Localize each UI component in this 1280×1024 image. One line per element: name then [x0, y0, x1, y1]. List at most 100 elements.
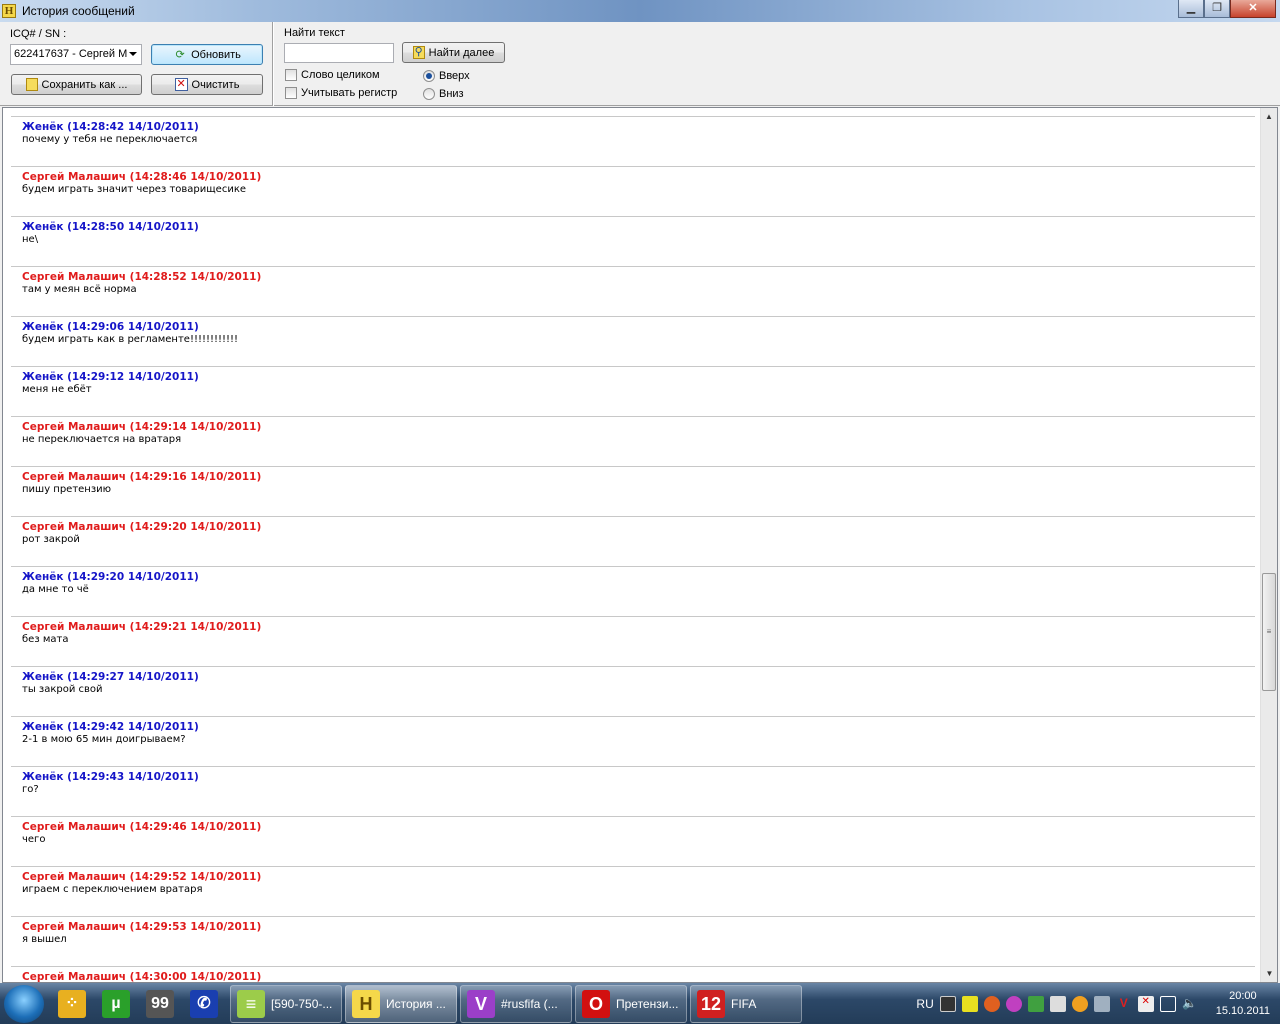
taskbar: ⁘ µ 99 ✆ ≡ [590-750-... H История ... V #rusfifa… — [0, 983, 1280, 1024]
find-icon: ⚲ — [412, 46, 425, 59]
vertical-scrollbar[interactable]: ▲ ≡ ▼ — [1260, 108, 1277, 982]
message-item: Сергей Малашич (14:30:00 14/10/2011) — [11, 966, 1255, 983]
message-text: ты закрой свой — [22, 684, 103, 695]
message-item: Сергей Малашич (14:28:46 14/10/2011) буде… — [11, 166, 1255, 216]
clock-time: 20:00 — [1229, 989, 1257, 1002]
contact-value: 622417637 - Сергей М — [14, 48, 128, 60]
taskbar-button-label: Претензи... — [616, 996, 679, 1011]
message-header: Женёк (14:29:20 14/10/2011) — [22, 571, 199, 583]
tray-app-icon[interactable] — [1027, 995, 1044, 1012]
qip-tray-icon[interactable] — [961, 995, 978, 1012]
taskbar-button[interactable]: ≡ [590-750-... — [230, 984, 342, 1023]
taskbar-button[interactable]: O Претензи... — [575, 984, 687, 1023]
refresh-icon: ⟳ — [175, 48, 185, 61]
message-item: Женёк (14:29:12 14/10/2011) меня не ебёт — [11, 366, 1255, 416]
find-label: Найти текст — [284, 27, 345, 39]
pinned-app[interactable]: ⁘ — [50, 985, 94, 1023]
message-item: Женёк (14:29:06 14/10/2011) будем играть … — [11, 316, 1255, 366]
v-chat-icon: V — [467, 989, 495, 1018]
network-icon[interactable] — [1159, 995, 1176, 1012]
tray-app-icon[interactable] — [1049, 995, 1066, 1012]
direction-up-radio[interactable]: Вверх — [423, 70, 470, 82]
message-item: Сергей Малашич (14:29:53 14/10/2011) я вы… — [11, 916, 1255, 966]
message-item: Сергей Малашич (14:29:52 14/10/2011) игра… — [11, 866, 1255, 916]
find-input[interactable] — [284, 43, 394, 63]
message-header: Сергей Малашич (14:29:20 14/10/2011) — [22, 521, 262, 533]
volume-icon[interactable]: 🔈 — [1182, 996, 1198, 1012]
radio-selected — [423, 70, 435, 82]
message-item: Сергей Малашич (14:28:52 14/10/2011) там … — [11, 266, 1255, 316]
message-header: Женёк (14:29:42 14/10/2011) — [22, 721, 199, 733]
tray-app-icon[interactable] — [1071, 995, 1088, 1012]
message-header: Женёк (14:29:43 14/10/2011) — [22, 771, 199, 783]
notepad-icon: ≡ — [237, 989, 265, 1018]
message-header: Сергей Малашич (14:29:46 14/10/2011) — [22, 821, 262, 833]
message-header: Сергей Малашич (14:29:16 14/10/2011) — [22, 471, 262, 483]
message-text: не переключается на вратаря — [22, 434, 182, 445]
toolbar-divider — [272, 22, 274, 106]
message-item: Женёк (14:29:20 14/10/2011) да мне то чё — [11, 566, 1255, 616]
whole-word-checkbox[interactable]: Слово целиком — [285, 69, 380, 81]
message-text: го? — [22, 784, 39, 795]
message-header: Сергей Малашич (14:30:00 14/10/2011) — [22, 971, 262, 983]
dots-app-icon: ⁘ — [58, 989, 86, 1018]
message-header: Женёк (14:29:12 14/10/2011) — [22, 371, 199, 383]
message-item: Женёк (14:29:43 14/10/2011) го? — [11, 766, 1255, 816]
clear-button[interactable]: ✕ Очистить — [151, 74, 263, 95]
qip-monitor-icon: 99 — [146, 989, 174, 1018]
message-item: Сергей Малашич (14:29:21 14/10/2011) без … — [11, 616, 1255, 666]
tray-app-icon[interactable] — [939, 995, 956, 1012]
pinned-app[interactable]: 99 — [138, 985, 182, 1023]
taskbar-button-label: #rusfifa (... — [501, 996, 558, 1011]
find-next-label: Найти далее — [428, 46, 495, 59]
match-case-label: Учитывать регистр — [301, 87, 398, 99]
taskbar-button[interactable]: 12 FIFA — [690, 984, 802, 1023]
save-as-button[interactable]: Сохранить как ... — [11, 74, 142, 95]
message-item: Сергей Малашич (14:29:20 14/10/2011) рот … — [11, 516, 1255, 566]
pinned-app[interactable]: ✆ — [182, 985, 226, 1023]
action-center-icon[interactable]: ✕ — [1137, 995, 1154, 1012]
message-text: я вышел — [22, 934, 67, 945]
message-text: почему у тебя не переключается — [22, 134, 198, 145]
tray-app-icon[interactable] — [983, 995, 1000, 1012]
antivirus-icon[interactable]: V — [1116, 996, 1132, 1012]
language-indicator[interactable]: RU — [916, 997, 933, 1011]
message-item: Сергей Малашич (14:29:16 14/10/2011) пишу… — [11, 466, 1255, 516]
refresh-button[interactable]: ⟳ Обновить — [151, 44, 263, 65]
maximize-button[interactable]: ❐ — [1204, 0, 1230, 18]
window-title: История сообщений — [22, 4, 135, 18]
message-text: меня не ебёт — [22, 384, 92, 395]
phone-app-icon: ✆ — [190, 989, 218, 1018]
message-header: Сергей Малашич (14:29:21 14/10/2011) — [22, 621, 262, 633]
clear-label: Очистить — [191, 78, 240, 91]
pinned-app[interactable]: µ — [94, 985, 138, 1023]
scroll-up-arrow-icon[interactable]: ▲ — [1261, 108, 1277, 125]
taskbar-button-label: [590-750-... — [271, 996, 333, 1011]
match-case-checkbox[interactable]: Учитывать регистр — [285, 87, 397, 99]
taskbar-button[interactable]: V #rusfifa (... — [460, 984, 572, 1023]
system-tray: RU V ✕ 🔈 20:00 15.10.2011 — [916, 989, 1280, 1019]
direction-down-radio[interactable]: Вниз — [423, 88, 464, 100]
message-header: Сергей Малашич (14:29:14 14/10/2011) — [22, 421, 262, 433]
opera-icon: O — [582, 989, 610, 1018]
message-text: чего — [22, 834, 46, 845]
message-text: рот закрой — [22, 534, 80, 545]
clock[interactable]: 20:00 15.10.2011 — [1216, 989, 1270, 1019]
contact-select[interactable]: 622417637 - Сергей М — [10, 44, 142, 65]
message-item: Сергей Малашич (14:29:46 14/10/2011) чего — [11, 816, 1255, 866]
message-text: пишу претензию — [22, 484, 112, 495]
start-button[interactable] — [4, 984, 44, 1023]
history-icon: H — [352, 989, 380, 1018]
tray-app-icon[interactable] — [1005, 995, 1022, 1012]
tray-app-icon[interactable] — [1093, 995, 1110, 1012]
scroll-down-arrow-icon[interactable]: ▼ — [1261, 965, 1277, 982]
message-text: не\ — [22, 234, 39, 245]
taskbar-button[interactable]: H История ... — [345, 984, 457, 1023]
scroll-thumb[interactable]: ≡ — [1262, 572, 1276, 691]
message-history-pane[interactable]: Женёк (14:28:42 14/10/2011) почему у тебя… — [2, 107, 1278, 983]
minimize-button[interactable]: ▁ — [1178, 0, 1204, 18]
message-item: Женёк (14:28:50 14/10/2011) не\ — [11, 216, 1255, 266]
up-label: Вверх — [439, 70, 470, 82]
close-button[interactable]: ✕ — [1230, 0, 1276, 18]
find-next-button[interactable]: ⚲ Найти далее — [402, 42, 505, 63]
